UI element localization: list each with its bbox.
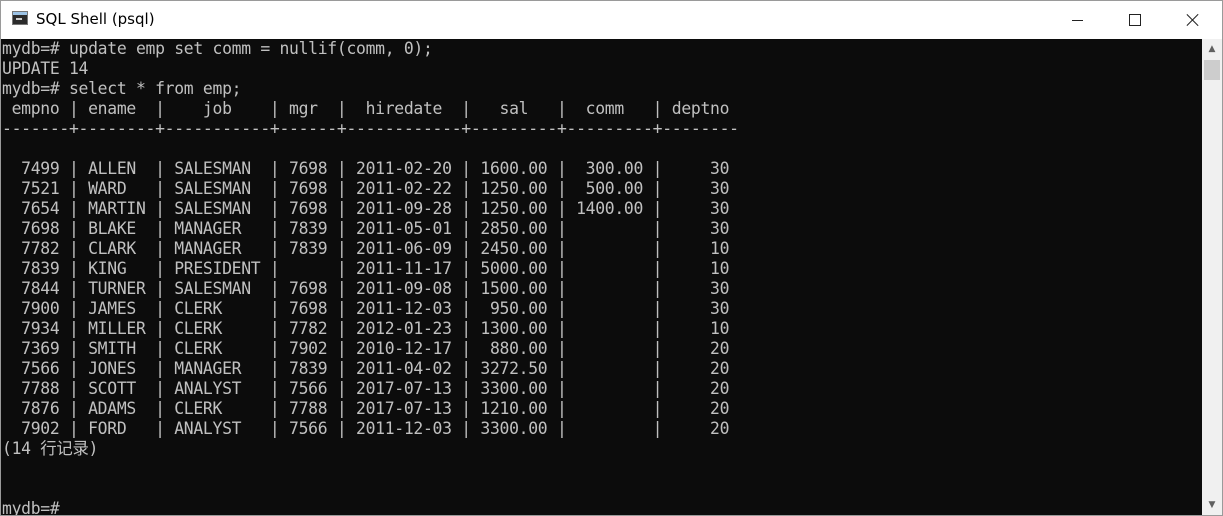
terminal-line: 7788 | SCOTT | ANALYST | 7566 | 2017-07-…	[2, 379, 730, 398]
close-button[interactable]	[1164, 1, 1222, 39]
terminal-output[interactable]: mydb=# update emp set comm = nullif(comm…	[1, 39, 1202, 515]
title-bar[interactable]: SQL Shell (psql)	[1, 1, 1222, 39]
minimize-button[interactable]	[1048, 1, 1106, 39]
maximize-icon	[1129, 14, 1141, 26]
psql-window: SQL Shell (psql) mydb=# update emp set c…	[0, 0, 1223, 516]
terminal-text: mydb=# update emp set comm = nullif(comm…	[1, 39, 1202, 515]
terminal-line: 7654 | MARTIN | SALESMAN | 7698 | 2011-0…	[2, 199, 730, 218]
vertical-scrollbar[interactable]: ▲ ▼	[1202, 39, 1222, 515]
terminal-line: 7876 | ADAMS | CLERK | 7788 | 2017-07-13…	[2, 399, 730, 418]
terminal-line: 7521 | WARD | SALESMAN | 7698 | 2011-02-…	[2, 179, 730, 198]
terminal-line: 7369 | SMITH | CLERK | 7902 | 2010-12-17…	[2, 339, 730, 358]
window-title: SQL Shell (psql)	[36, 10, 155, 28]
scroll-thumb[interactable]	[1204, 60, 1220, 80]
terminal-line: 7844 | TURNER | SALESMAN | 7698 | 2011-0…	[2, 279, 730, 298]
terminal-line: 7782 | CLARK | MANAGER | 7839 | 2011-06-…	[2, 239, 730, 258]
terminal-line: -------+--------+-----------+------+----…	[2, 119, 739, 138]
maximize-button[interactable]	[1106, 1, 1164, 39]
terminal-line: UPDATE 14	[2, 59, 89, 78]
terminal-line: (14 行记录)	[2, 439, 99, 458]
terminal-app-icon[interactable]	[12, 11, 28, 25]
minimize-icon	[1071, 19, 1083, 21]
terminal-line: 7698 | BLAKE | MANAGER | 7839 | 2011-05-…	[2, 219, 730, 238]
terminal-line: mydb=#	[2, 499, 60, 515]
terminal-line: 7902 | FORD | ANALYST | 7566 | 2011-12-0…	[2, 419, 730, 438]
terminal-line: 7499 | ALLEN | SALESMAN | 7698 | 2011-02…	[2, 159, 730, 178]
terminal-line: 7934 | MILLER | CLERK | 7782 | 2012-01-2…	[2, 319, 730, 338]
terminal-line: 7839 | KING | PRESIDENT | | 2011-11-17 |…	[2, 259, 730, 278]
scroll-down-arrow-icon: ▼	[1208, 500, 1216, 510]
terminal-line: 7566 | JONES | MANAGER | 7839 | 2011-04-…	[2, 359, 730, 378]
terminal-line: mydb=# select * from emp;	[2, 79, 242, 98]
terminal-line: 7900 | JAMES | CLERK | 7698 | 2011-12-03…	[2, 299, 730, 318]
scroll-up-button[interactable]: ▲	[1202, 39, 1222, 59]
terminal-line: empno | ename | job | mgr | hiredate | s…	[2, 99, 730, 118]
scroll-up-arrow-icon: ▲	[1208, 44, 1216, 54]
close-icon	[1186, 13, 1200, 27]
scroll-down-button[interactable]: ▼	[1202, 495, 1222, 515]
terminal-line: mydb=# update emp set comm = nullif(comm…	[2, 39, 433, 58]
